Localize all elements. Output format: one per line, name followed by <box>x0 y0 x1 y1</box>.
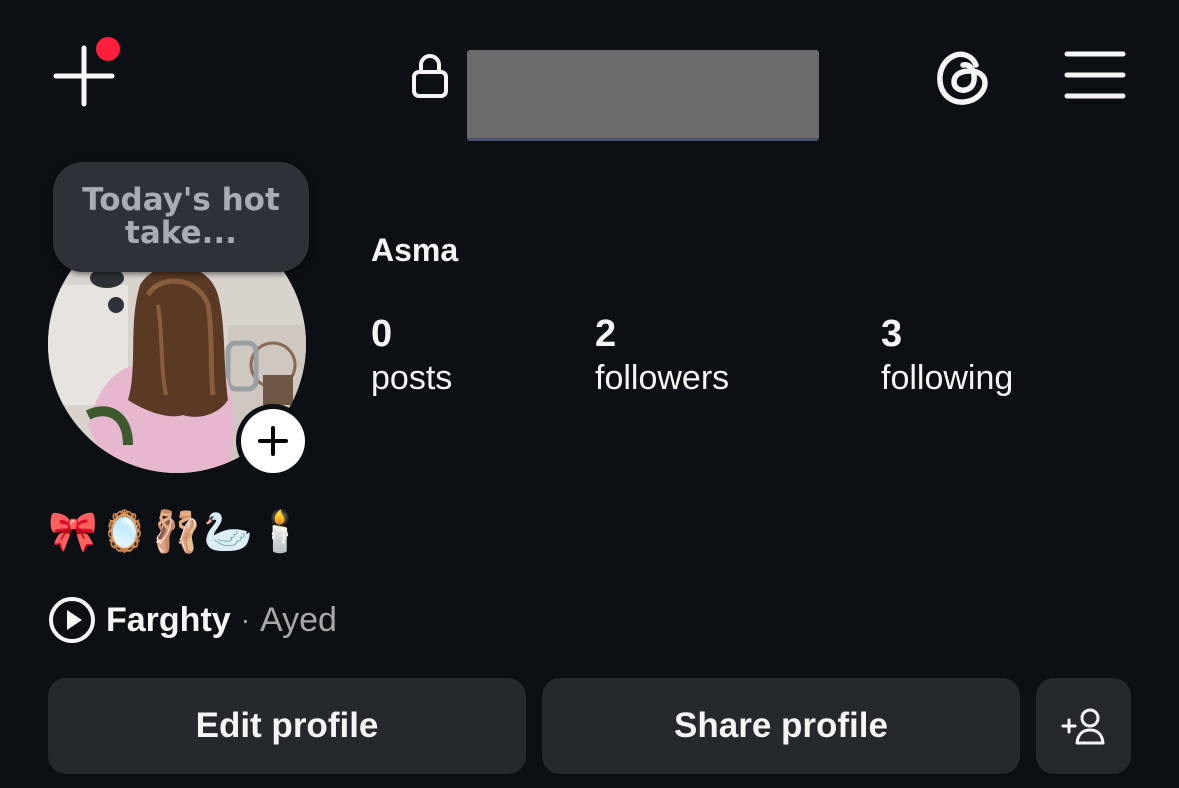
stat-value: 3 <box>881 313 903 355</box>
note-bubble-tail <box>108 297 124 313</box>
stat-following[interactable]: 3 following <box>881 312 1013 400</box>
discover-people-button[interactable] <box>1036 678 1131 774</box>
note-text: Today's hot take... <box>82 182 280 251</box>
plus-icon <box>258 426 288 456</box>
display-name: Asma <box>371 232 459 268</box>
share-profile-button[interactable]: Share profile <box>542 678 1020 774</box>
lock-icon <box>410 52 450 100</box>
note-bubble[interactable]: Today's hot take... <box>53 162 309 272</box>
profile-bio: 🎀🪞🩰🦢🕯️ <box>48 509 308 555</box>
stat-label: posts <box>371 359 453 397</box>
play-circle-icon <box>49 597 95 643</box>
username-switcher-redacted[interactable] <box>467 50 819 141</box>
edit-profile-button[interactable]: Edit profile <box>48 678 526 774</box>
add-person-icon <box>1061 708 1104 745</box>
hamburger-menu-icon[interactable] <box>1064 50 1126 100</box>
stat-label: followers <box>595 359 730 397</box>
notification-dot <box>96 37 120 61</box>
stat-followers[interactable]: 2 followers <box>595 312 729 400</box>
stat-posts[interactable]: 0 posts <box>371 312 452 400</box>
threads-icon[interactable] <box>930 45 996 111</box>
stat-value: 0 <box>371 313 393 355</box>
profile-music[interactable]: Farghty · Ayed <box>48 596 337 644</box>
music-title: Farghty <box>106 600 231 639</box>
music-artist: Ayed <box>260 600 337 639</box>
stat-label: following <box>881 359 1014 397</box>
music-separator: · <box>240 604 251 635</box>
stat-value: 2 <box>595 313 617 355</box>
add-story-button[interactable] <box>236 404 310 478</box>
